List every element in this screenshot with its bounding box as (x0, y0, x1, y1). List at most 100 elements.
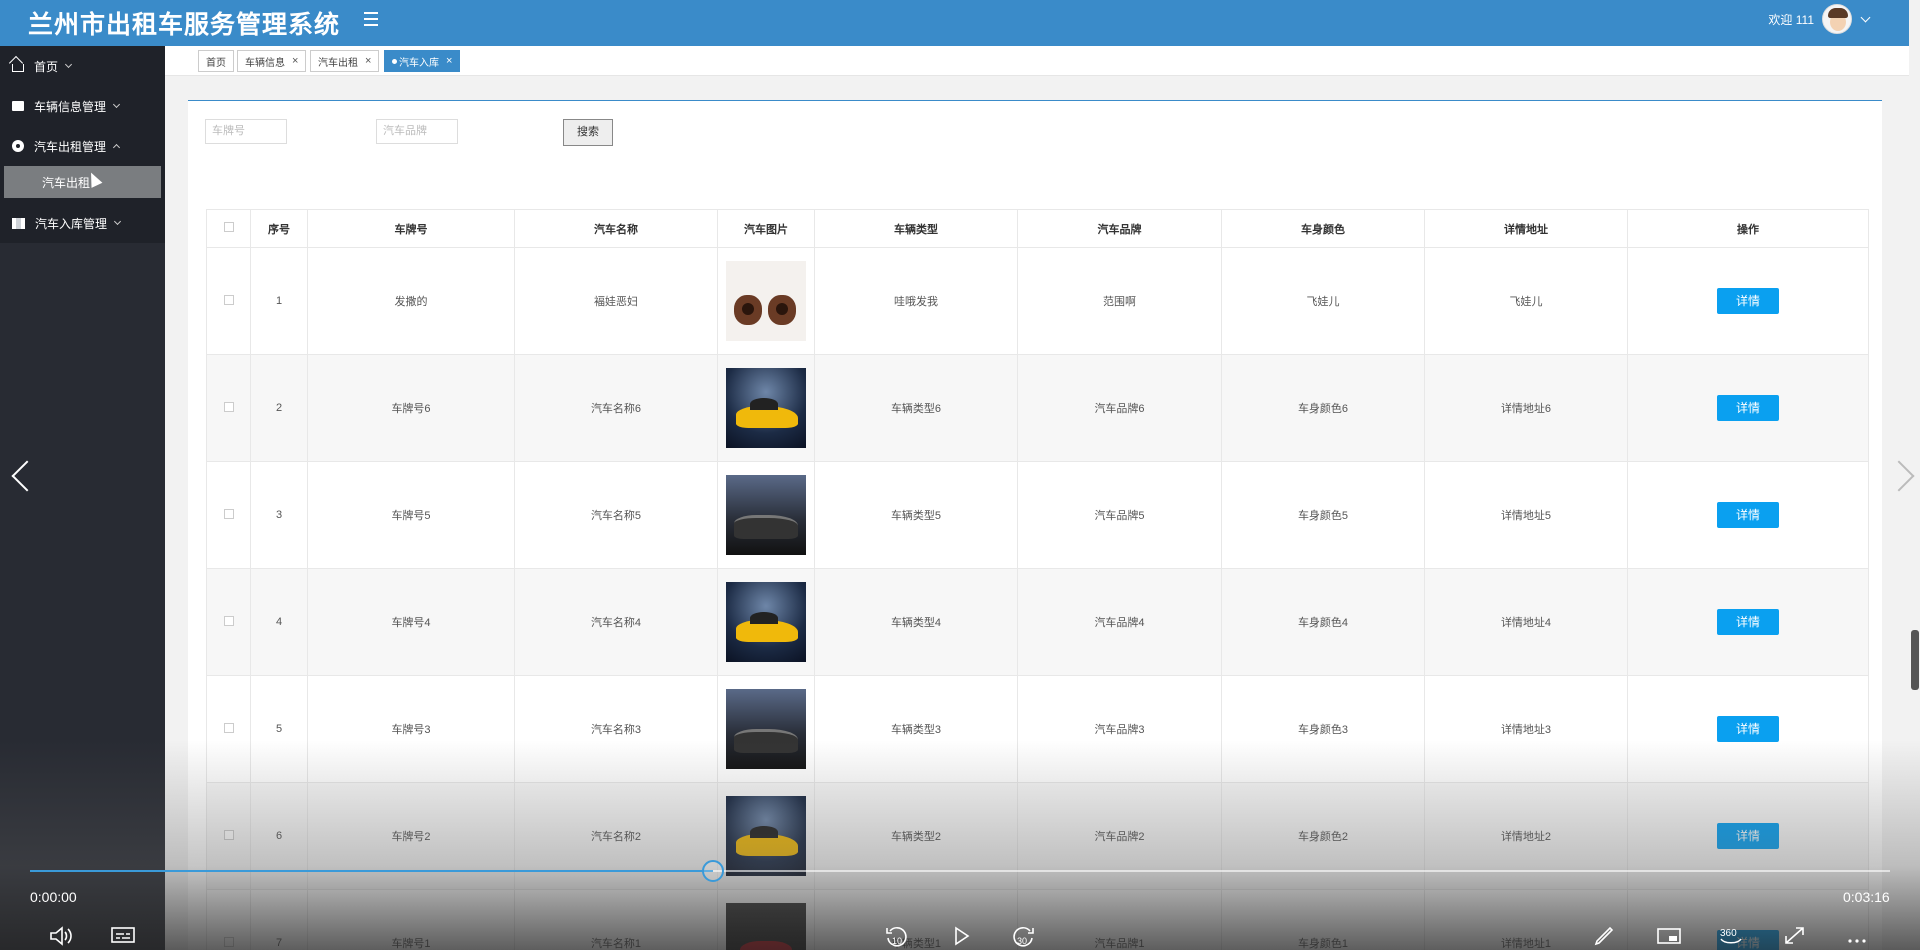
cell-action: 详情 (1627, 247, 1869, 355)
row-select-cell[interactable] (206, 675, 251, 783)
cell-index: 1 (250, 247, 308, 355)
subtitles-icon[interactable] (108, 925, 138, 947)
cell-name: 汽车名称3 (514, 675, 718, 783)
next-arrow-icon[interactable] (1894, 455, 1914, 495)
cell-brand: 汽车品牌6 (1017, 354, 1222, 462)
close-icon[interactable]: × (446, 55, 452, 67)
row-checkbox[interactable] (223, 722, 234, 733)
car-image[interactable] (726, 796, 806, 876)
sidebar-subitem-rental[interactable]: 汽车出租 (4, 166, 161, 198)
car-image[interactable] (726, 689, 806, 769)
cell-name: 褔娃恶妇 (514, 247, 718, 355)
cell-plate: 车牌号2 (307, 782, 515, 890)
cell-address: 详情地址3 (1424, 675, 1628, 783)
user-menu[interactable]: 欢迎 111 (1768, 4, 1871, 34)
select-all-cell[interactable] (206, 209, 251, 248)
cell-plate: 车牌号3 (307, 675, 515, 783)
volume-icon[interactable] (46, 925, 76, 947)
detail-button[interactable]: 详情 (1717, 502, 1779, 528)
detail-button[interactable]: 详情 (1717, 823, 1779, 849)
sidebar-item-label: 汽车出租管理 (34, 139, 107, 154)
cell-name: 汽车名称4 (514, 568, 718, 676)
play-icon[interactable] (946, 925, 976, 947)
cell-plate: 车牌号5 (307, 461, 515, 569)
prev-arrow-icon[interactable] (10, 455, 30, 495)
cell-index: 3 (250, 461, 308, 569)
current-time: 0:00:00 (30, 889, 77, 905)
home-icon (12, 64, 24, 72)
detail-button[interactable]: 详情 (1717, 288, 1779, 314)
scrollbar[interactable] (1911, 630, 1919, 690)
chevron-down-icon (112, 100, 121, 109)
car-image[interactable] (726, 368, 806, 448)
car-image[interactable] (726, 903, 806, 950)
skip-back-label: 10 (892, 936, 902, 946)
cell-index: 6 (250, 782, 308, 890)
cell-color: 车身颜色2 (1221, 782, 1425, 890)
avatar[interactable] (1822, 4, 1852, 34)
tab-home[interactable]: 首页 (198, 50, 234, 72)
car-image[interactable] (726, 475, 806, 555)
sidebar-item-label: 汽车入库管理 (35, 216, 108, 231)
search-button[interactable]: 搜索 (563, 119, 613, 146)
row-select-cell[interactable] (206, 461, 251, 569)
detail-button[interactable]: 详情 (1717, 395, 1779, 421)
row-select-cell[interactable] (206, 782, 251, 890)
brand-search-input[interactable]: 汽车品牌 (376, 119, 458, 144)
table-row: 6 车牌号2 汽车名称2 车辆类型2 汽车品牌2 车身颜色2 详情地址2 详情 (206, 782, 1869, 890)
menu-toggle-icon[interactable] (364, 12, 378, 26)
progress-handle[interactable] (702, 860, 724, 882)
row-checkbox[interactable] (223, 294, 234, 305)
row-select-cell[interactable] (206, 354, 251, 462)
close-icon[interactable]: × (292, 55, 298, 67)
cell-action: 详情 (1627, 354, 1869, 462)
row-select-cell[interactable] (206, 247, 251, 355)
plate-search-input[interactable]: 车牌号 (205, 119, 287, 144)
sidebar-item-home[interactable]: 首页 (0, 46, 165, 86)
pen-icon[interactable] (1590, 925, 1620, 947)
sidebar-item-label: 首页 (34, 59, 59, 74)
row-select-cell[interactable] (206, 889, 251, 950)
cell-type: 车辆类型3 (814, 675, 1018, 783)
tab-label: 汽车出租 (318, 57, 358, 69)
detail-button[interactable]: 详情 (1717, 716, 1779, 742)
cell-index: 5 (250, 675, 308, 783)
cell-brand: 汽车品牌1 (1017, 889, 1222, 950)
active-dot-icon (392, 58, 397, 64)
tab-storage[interactable]: 汽车入库 × (384, 50, 461, 72)
more-options-icon[interactable] (1842, 925, 1872, 947)
row-checkbox[interactable] (223, 508, 234, 519)
row-checkbox[interactable] (223, 401, 234, 412)
mini-player-icon[interactable] (1654, 925, 1684, 947)
cell-brand: 汽车品牌3 (1017, 675, 1222, 783)
detail-button[interactable]: 详情 (1717, 609, 1779, 635)
row-checkbox[interactable] (223, 936, 234, 947)
row-checkbox[interactable] (223, 829, 234, 840)
skip-back-icon[interactable]: 10 (882, 925, 912, 947)
car-image[interactable] (726, 582, 806, 662)
row-select-cell[interactable] (206, 568, 251, 676)
skip-forward-icon[interactable]: 30 (1008, 925, 1038, 947)
sidebar-item-vehicle-info[interactable]: 车辆信息管理 (0, 86, 165, 126)
view-360-icon[interactable]: 360 (1716, 925, 1746, 947)
fullscreen-icon[interactable] (1780, 925, 1810, 947)
tab-rental[interactable]: 汽车出租 × (310, 50, 380, 72)
table-row: 3 车牌号5 汽车名称5 车辆类型5 汽车品牌5 车身颜色5 详情地址5 详情 (206, 461, 1869, 569)
header-brand: 汽车品牌 (1017, 209, 1222, 248)
tab-vehicle-info[interactable]: 车辆信息 × (237, 50, 307, 72)
car-image[interactable] (726, 261, 806, 341)
header-name: 汽车名称 (514, 209, 718, 248)
top-header: 兰州市出租车服务管理系统 欢迎 111 (0, 0, 1909, 46)
sidebar-item-storage[interactable]: 汽车入库管理 (0, 203, 165, 243)
cell-action: 详情 (1627, 568, 1869, 676)
table-header-row: 序号 车牌号 汽车名称 汽车图片 车辆类型 汽车品牌 车身颜色 详情地址 操作 (206, 209, 1869, 248)
close-icon[interactable]: × (365, 55, 371, 67)
cell-action: 详情 (1627, 461, 1869, 569)
sidebar-item-rental[interactable]: 汽车出租管理 (0, 126, 165, 166)
bars-icon (12, 217, 25, 229)
cell-plate: 车牌号1 (307, 889, 515, 950)
card-icon (12, 101, 24, 111)
select-all-checkbox[interactable] (223, 222, 234, 232)
row-checkbox[interactable] (223, 615, 234, 626)
chevron-down-icon[interactable] (1860, 12, 1871, 22)
